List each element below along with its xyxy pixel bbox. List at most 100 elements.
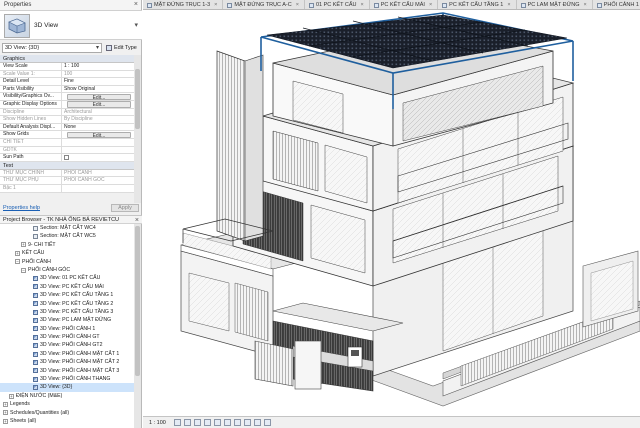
property-row[interactable]: Show Grids Edit... <box>0 131 134 139</box>
tree-item[interactable]: 3D View: PC KẾT CẤU TẦNG 3 <box>0 308 134 316</box>
view-tab[interactable]: PHỐI CẢNH 1× <box>593 0 640 9</box>
view-tab[interactable]: MẶT ĐỨNG TRỤC 1-3 × <box>143 0 224 9</box>
visual-style-icon[interactable] <box>183 419 191 426</box>
tree-item[interactable]: + Legends <box>0 400 134 408</box>
view-tab[interactable]: PC KẾT CẤU TẦNG 1 × <box>438 0 517 9</box>
reveal-hidden-icon[interactable] <box>263 419 271 426</box>
property-row[interactable]: THƯ MỤC CHÍNH PHỐI CẢNH <box>0 169 134 178</box>
close-icon[interactable]: × <box>584 0 587 9</box>
collapse-icon[interactable]: − <box>15 259 20 265</box>
property-row[interactable]: Show Hidden Lines By Discipline <box>0 116 134 124</box>
property-value[interactable]: Edit... <box>62 101 134 108</box>
tree-item[interactable]: 3D View: PHỐI CẢNH GT2 <box>0 341 134 349</box>
close-icon[interactable]: × <box>429 0 432 9</box>
view-tab[interactable]: PC LAM MẶT ĐỨNG × <box>517 0 593 9</box>
tree-item[interactable]: 3D View: PHỐI CẢNH 1 <box>0 325 134 333</box>
expand-icon[interactable]: + <box>15 250 20 256</box>
expand-icon[interactable]: + <box>3 410 8 416</box>
close-icon[interactable]: × <box>296 0 299 9</box>
chevron-down-icon[interactable]: ▾ <box>134 21 138 29</box>
property-row[interactable]: View Scale 1 : 100 <box>0 63 134 71</box>
property-row[interactable]: Graphic Display Options Edit... <box>0 100 134 109</box>
properties-help-link[interactable]: Properties help <box>3 205 40 211</box>
view-tab[interactable]: MẶT ĐỨNG TRỤC A-C × <box>223 0 305 9</box>
expand-icon[interactable]: + <box>9 393 14 399</box>
tree-item[interactable]: 3D View: PC KẾT CẤU TẦNG 2 <box>0 300 134 308</box>
sun-path-checkbox[interactable] <box>64 155 69 161</box>
property-row[interactable]: Bậc 1 <box>0 184 134 193</box>
close-icon[interactable]: × <box>361 0 364 9</box>
tree-item[interactable]: Section: MẶT CẮT WC5 <box>0 232 134 240</box>
view-instance-dropdown[interactable]: 3D View: {3D} <box>2 42 102 53</box>
property-value[interactable]: Edit... <box>62 93 134 100</box>
property-row[interactable]: Discipline Architectural <box>0 108 134 117</box>
project-browser-scrollbar[interactable] <box>134 224 141 428</box>
tree-item[interactable]: 3D View: PC LAM MẶT ĐỨNG <box>0 316 134 324</box>
tree-item[interactable]: + KẾT CẤU <box>0 249 134 257</box>
tree-item[interactable]: 3D View: PHỐI CẢNH GT <box>0 333 134 341</box>
property-row[interactable]: Detail Level Fine <box>0 78 134 86</box>
property-value[interactable]: PHỐI CẢNH GÓC <box>62 177 134 184</box>
property-value[interactable]: None <box>62 124 134 131</box>
view-tab[interactable]: 01 PC KẾT CẤU × <box>305 0 370 9</box>
expand-icon[interactable]: + <box>21 242 26 248</box>
tree-item[interactable]: 3D View: 01 PC KẾT CẤU <box>0 274 134 282</box>
property-value[interactable]: 100 <box>62 71 134 78</box>
section-graphics[interactable]: Graphics <box>0 55 134 63</box>
property-row[interactable]: Scale Value 1: 100 <box>0 70 134 79</box>
tree-item[interactable]: +9- CHI TIẾT <box>0 241 134 249</box>
scrollbar-thumb[interactable] <box>135 69 140 129</box>
property-value[interactable]: By Discipline <box>62 116 134 123</box>
collapse-icon[interactable]: − <box>21 267 26 273</box>
tree-item[interactable]: 3D View: PHỐI CẢNH MẶT CẮT 1 <box>0 350 134 358</box>
tree-item[interactable]: + Schedules/Quantities (all) <box>0 409 134 417</box>
sun-path-icon[interactable] <box>193 419 201 426</box>
edit-button[interactable]: Edit... <box>67 131 131 138</box>
3d-view-canvas[interactable] <box>143 11 640 416</box>
apply-button[interactable]: Apply <box>111 204 139 212</box>
view-scale[interactable]: 1 : 100 <box>149 420 166 426</box>
show-crop-region-icon[interactable] <box>233 419 241 426</box>
scrollbar-thumb[interactable] <box>135 226 140 376</box>
property-row[interactable]: Parts Visibility Show Original <box>0 85 134 94</box>
tree-item[interactable]: 3D View: PHỐI CẢNH MẶT CẮT 3 <box>0 367 134 375</box>
tree-item[interactable]: 3D View: PHỐI CẢNH MẶT CẮT 2 <box>0 358 134 366</box>
shadows-icon[interactable] <box>203 419 211 426</box>
close-icon[interactable]: × <box>507 0 510 9</box>
property-value[interactable] <box>62 139 134 146</box>
property-value[interactable] <box>62 185 134 192</box>
property-row[interactable]: CHI TIẾT <box>0 138 134 147</box>
crop-view-icon[interactable] <box>223 419 231 426</box>
property-value[interactable] <box>62 147 134 154</box>
property-row[interactable]: THƯ MỤC PHỤ PHỐI CẢNH GÓC <box>0 177 134 185</box>
tree-item[interactable]: + ĐIỆN NƯỚC (M&E) <box>0 392 134 400</box>
view-tab[interactable]: PC KẾT CẤU MÁI × <box>370 0 439 9</box>
type-selector[interactable]: 3D View ▾ <box>0 10 142 40</box>
tree-item[interactable]: 3D View: PHỐI CẢNH THANG <box>0 375 134 383</box>
property-value[interactable]: PHỐI CẢNH <box>62 170 134 177</box>
property-value[interactable]: 1 : 100 <box>62 63 134 70</box>
expand-icon[interactable]: + <box>3 401 8 407</box>
render-icon[interactable] <box>213 419 221 426</box>
tree-item[interactable]: Section: MẶT CẮT WC4 <box>0 224 134 232</box>
edit-button[interactable]: Edit... <box>67 101 131 108</box>
tree-item[interactable]: − PHỐI CẢNH <box>0 258 134 266</box>
property-value[interactable] <box>62 154 134 161</box>
property-value[interactable]: Edit... <box>62 131 134 138</box>
lock-3d-view-icon[interactable] <box>243 419 251 426</box>
tree-item[interactable]: 3D View: PC KẾT CẤU MÁI <box>0 283 134 291</box>
property-row[interactable]: Default Analysis Displ... None <box>0 123 134 132</box>
tree-item[interactable]: 3D View: PC KẾT CẤU TẦNG 1 <box>0 291 134 299</box>
tree-item[interactable]: 3D View: {3D} <box>0 383 134 392</box>
tree-item[interactable]: + Sheets (all) <box>0 417 134 425</box>
close-icon[interactable]: × <box>134 0 138 10</box>
detail-level-icon[interactable] <box>173 419 181 426</box>
property-value[interactable]: Architectural <box>62 109 134 116</box>
close-icon[interactable]: × <box>214 0 217 9</box>
property-row[interactable]: Sun Path <box>0 154 134 162</box>
expand-icon[interactable]: + <box>3 418 8 424</box>
property-row[interactable]: Visibility/Graphics Ov... Edit... <box>0 93 134 101</box>
property-value[interactable]: Fine <box>62 78 134 85</box>
edit-type-button[interactable]: Edit Type <box>106 44 137 51</box>
edit-button[interactable]: Edit... <box>67 93 131 100</box>
